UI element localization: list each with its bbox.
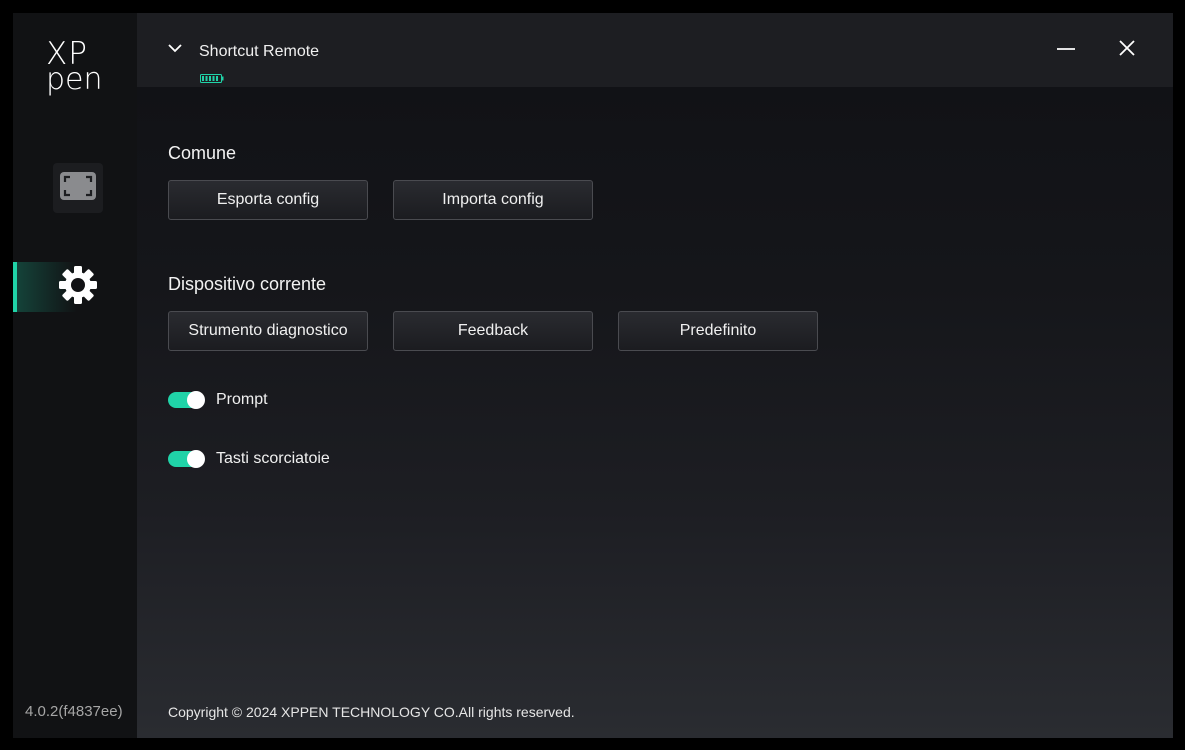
settings-panel: Comune Esporta config Importa config Dis… (137, 87, 1173, 738)
sidebar: XP pen 4.0.2(f4837ee) (13, 13, 137, 738)
minimize-icon (1056, 38, 1076, 63)
section-title-common: Comune (168, 143, 237, 163)
sidebar-item-screen-mapping[interactable] (13, 163, 137, 213)
toggle-knob (187, 391, 205, 409)
section-title-current-device: Dispositivo corrente (168, 274, 327, 294)
prompt-label: Prompt (216, 391, 268, 408)
prompt-toggle[interactable] (168, 391, 205, 409)
export-config-button[interactable]: Esporta config (168, 180, 368, 220)
shortcut-keys-toggle[interactable] (168, 450, 205, 468)
feedback-button[interactable]: Feedback (393, 311, 593, 351)
active-indicator (13, 262, 17, 312)
app-window: XP pen 4.0.2(f4837ee) Shortcut Remote Co… (13, 13, 1173, 738)
minimize-button[interactable] (1051, 35, 1081, 65)
prompt-setting: Prompt (168, 389, 268, 411)
diagnostic-tool-button[interactable]: Strumento diagnostico (168, 311, 368, 351)
device-dropdown-button[interactable] (167, 41, 187, 57)
title-bar: Shortcut Remote (137, 13, 1173, 87)
fullscreen-frame-icon (59, 171, 97, 206)
shortcut-keys-setting: Tasti scorciatoie (168, 448, 330, 470)
xppen-logo: XP pen (46, 39, 106, 99)
logo-text-pen: pen (46, 62, 103, 97)
sidebar-item-screen-mapping-bg (53, 163, 103, 213)
copyright-text: Copyright © 2024 XPPEN TECHNOLOGY CO.All… (168, 704, 575, 720)
import-config-button[interactable]: Importa config (393, 180, 593, 220)
version-label: 4.0.2(f4837ee) (25, 703, 123, 720)
device-name[interactable]: Shortcut Remote (199, 43, 319, 61)
battery-icon (200, 70, 224, 83)
chevron-down-icon (167, 41, 183, 58)
shortcut-keys-label: Tasti scorciatoie (216, 450, 330, 467)
close-button[interactable] (1112, 35, 1142, 65)
close-icon (1117, 38, 1137, 63)
gear-icon (57, 264, 99, 311)
toggle-knob (187, 450, 205, 468)
restore-default-button[interactable]: Predefinito (618, 311, 818, 351)
sidebar-item-settings[interactable] (13, 262, 137, 312)
sidebar-item-settings-bg (53, 262, 103, 312)
